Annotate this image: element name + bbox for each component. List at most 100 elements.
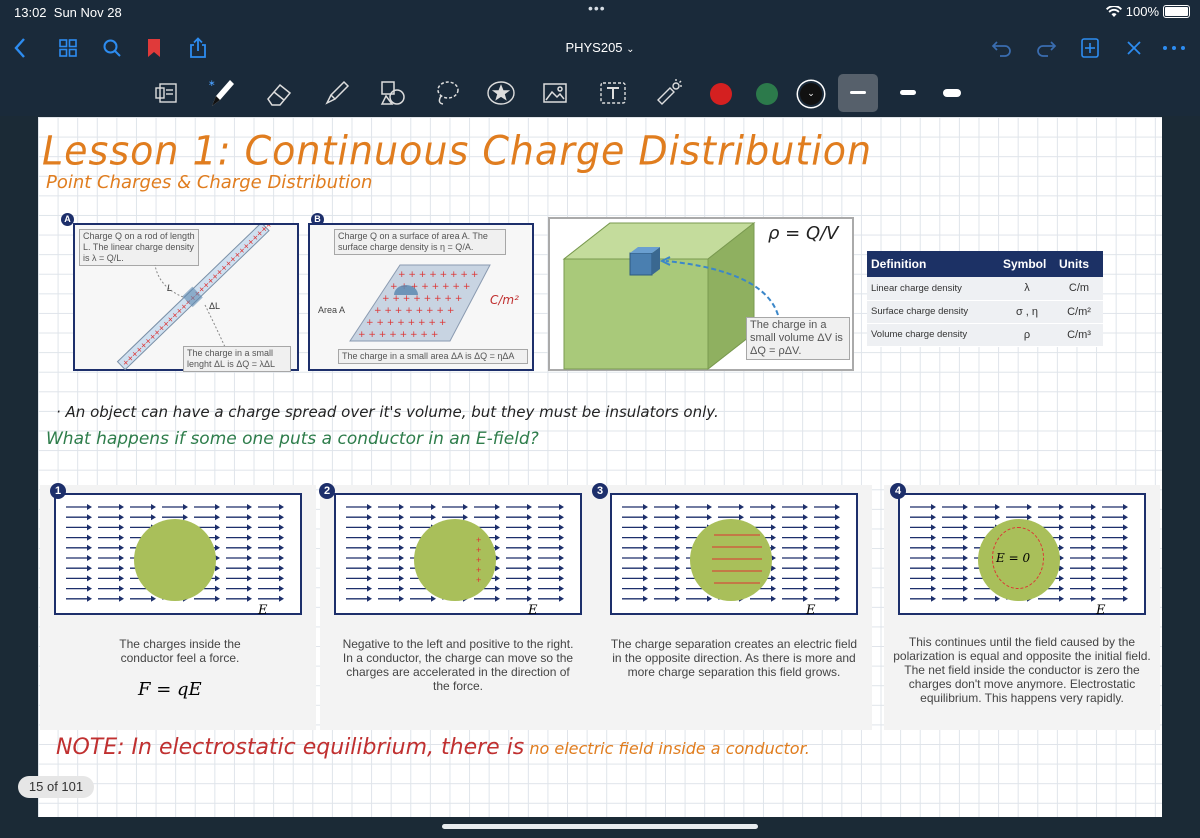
grid-icon	[59, 39, 77, 57]
force-formula: F = qE	[138, 679, 202, 700]
surface-unit-annotation: C/m²	[490, 293, 519, 307]
conductor-panel-2: + + + + + E Negative to the left and positiv…	[320, 485, 596, 730]
figure-b-caption-2: The charge in a small area ΔA is ΔQ = ηΔ…	[338, 349, 528, 364]
thickness-thick[interactable]	[934, 74, 970, 112]
table-row: Surface charge density σ , η C/m²	[867, 300, 1103, 324]
net-field-label: E = 0	[996, 551, 1031, 565]
svg-text:+ + + + + + + +: + + + + + + + +	[398, 270, 478, 280]
table-row: Volume charge density ρ C/m³	[867, 323, 1103, 347]
conductor-sphere	[134, 519, 216, 601]
wifi-icon	[1105, 5, 1122, 17]
eraser-tool[interactable]	[262, 76, 296, 110]
positive-charges: + + + + +	[476, 535, 482, 585]
field-diagram: + + + + +	[334, 493, 582, 615]
sticker-tool[interactable]	[484, 76, 518, 110]
add-page-icon	[1081, 38, 1099, 58]
table-header-units: Units	[1055, 251, 1103, 277]
home-indicator[interactable]	[442, 824, 758, 829]
drawing-toolbar: ∗ ⌄	[0, 70, 1200, 116]
svg-text:∗: ∗	[208, 78, 216, 88]
panel-2-text: Negative to the left and positive to the…	[342, 637, 574, 693]
image-icon	[543, 83, 567, 103]
battery-area: 100%	[1105, 4, 1190, 19]
note-equilibrium-lead: NOTE: In electrostatic equilibrium, ther…	[56, 735, 525, 760]
table-header-symbol: Symbol	[999, 251, 1055, 277]
svg-text:+ + + + + + + +: + + + + + + + +	[382, 294, 462, 304]
table-header-definition: Definition	[867, 251, 999, 277]
figure-a-caption-2: The charge in a small lenght ΔL is ΔQ = …	[183, 346, 291, 372]
table-row: Linear charge density λ C/m	[867, 277, 1103, 301]
panel-2-badge: 2	[319, 483, 335, 499]
note-equilibrium-highlight: no electric field inside a conductor.	[529, 739, 810, 758]
panel-4-badge: 4	[890, 483, 906, 499]
redo-button[interactable]	[1032, 34, 1060, 62]
rod-segment-label: ΔL	[209, 301, 221, 311]
text-icon	[600, 82, 626, 104]
undo-button[interactable]	[988, 34, 1016, 62]
lasso-icon	[437, 81, 459, 105]
thickness-medium[interactable]	[890, 74, 926, 112]
thickness-thin-selected[interactable]	[838, 74, 878, 112]
page-indicator[interactable]: 15 of 101	[18, 776, 94, 798]
note-insulators: · An object can have a charge spread ove…	[56, 403, 719, 421]
bookmark-icon	[148, 39, 160, 57]
conductor-panel-4: E = 0 E This continues until the field c…	[884, 485, 1160, 730]
undo-icon	[991, 41, 1011, 57]
panel-3-text: The charge separation creates an electri…	[610, 637, 858, 679]
search-button[interactable]	[98, 34, 126, 62]
lasso-tool[interactable]	[430, 76, 464, 110]
rod-length-label: L	[167, 283, 173, 293]
field-diagram	[54, 493, 302, 615]
page-title: Lesson 1: Continuous Charge Distribution	[42, 127, 873, 175]
conductor-panel-1: E The charges inside the conductor feel …	[40, 485, 316, 730]
multitask-dots[interactable]: •••	[588, 0, 606, 16]
field-vector-label: E	[806, 603, 816, 618]
notebook-page[interactable]: Lesson 1: Continuous Charge Distribution…	[38, 117, 1162, 817]
color-green-swatch[interactable]	[756, 83, 778, 105]
share-button[interactable]	[184, 34, 212, 62]
read-mode-icon	[155, 83, 177, 103]
eraser-icon	[267, 83, 292, 106]
thumbnails-button[interactable]	[54, 34, 82, 62]
induced-field-arrows	[712, 534, 762, 584]
note-equilibrium: NOTE: In electrostatic equilibrium, ther…	[56, 735, 810, 760]
field-vector-label: E	[258, 603, 268, 618]
field-vector-label: E	[1096, 603, 1106, 618]
panel-1-badge: 1	[50, 483, 66, 499]
figure-c: ρ = Q/V The charge in a small volume ΔV …	[548, 217, 854, 371]
pen-icon: ∗	[208, 78, 234, 106]
nav-bar: PHYS205 ⌄	[0, 26, 1200, 70]
laser-pointer-icon	[657, 79, 682, 105]
field-diagram: E = 0	[898, 493, 1146, 615]
more-button[interactable]	[1160, 34, 1188, 62]
area-label: Area A	[318, 305, 346, 315]
image-tool[interactable]	[538, 76, 572, 110]
document-title[interactable]: PHYS205 ⌄	[540, 40, 660, 55]
color-black-swatch-selected[interactable]: ⌄	[800, 83, 822, 105]
panel-1-text: The charges inside the conductor feel a …	[119, 637, 241, 665]
chevron-down-icon: ⌄	[807, 88, 815, 98]
panel-4-text: This continues until the field caused by…	[893, 635, 1151, 705]
charge-density-table: Definition Symbol Units Linear charge de…	[867, 251, 1103, 347]
status-bar: 13:02 Sun Nov 28 ••• 100%	[0, 0, 1200, 26]
star-icon	[487, 81, 515, 105]
bookmark-button[interactable]	[140, 34, 168, 62]
pen-tool[interactable]: ∗	[204, 76, 238, 110]
text-tool[interactable]	[596, 76, 630, 110]
figure-a: Charge Q on a rod of length L. The linea…	[73, 223, 299, 372]
shapes-tool[interactable]	[376, 76, 410, 110]
page-subtitle: Point Charges & Charge Distribution	[46, 172, 373, 193]
read-only-tool[interactable]	[150, 76, 184, 110]
add-page-button[interactable]	[1076, 34, 1104, 62]
highlighter-tool[interactable]	[320, 76, 354, 110]
laser-pointer-tool[interactable]	[652, 76, 686, 110]
battery-percent: 100%	[1125, 4, 1159, 19]
more-icon	[1163, 46, 1185, 50]
conductor-panel-3: E The charge separation creates an elect…	[596, 485, 872, 730]
svg-text:+ + + + + + + +: + + + + + + + +	[358, 330, 438, 340]
shapes-icon	[380, 81, 405, 105]
close-tool-button[interactable]	[1120, 34, 1148, 62]
panel-3-badge: 3	[592, 483, 608, 499]
back-button[interactable]	[6, 34, 34, 62]
color-red-swatch[interactable]	[710, 83, 732, 105]
